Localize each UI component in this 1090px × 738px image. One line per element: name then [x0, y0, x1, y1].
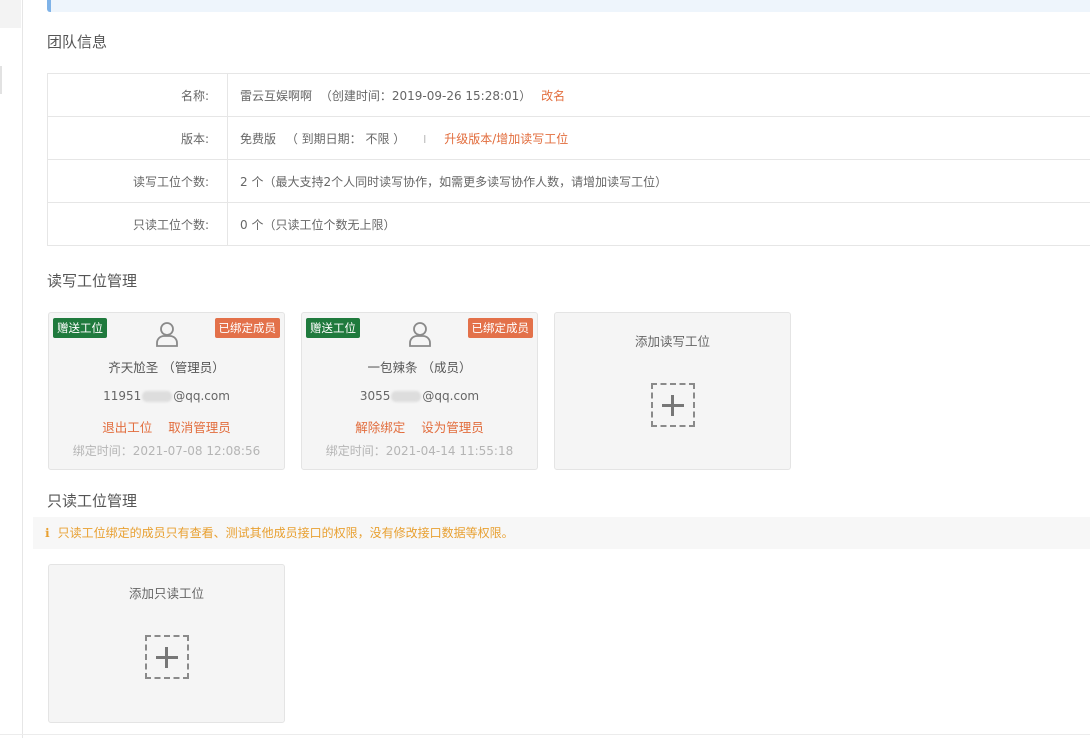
- team-info-title: 团队信息: [47, 33, 108, 51]
- ro-count-value: 0 个（只读工位个数无上限）: [227, 202, 1090, 246]
- info-icon: ℹ: [45, 526, 50, 540]
- leave-seat-link[interactable]: 退出工位: [102, 420, 152, 435]
- created-time: （创建时间：2019-09-26 15:28:01）: [319, 88, 532, 103]
- redacted-blur: [391, 391, 422, 402]
- left-rail: [0, 0, 23, 738]
- add-plus-icon[interactable]: [144, 635, 189, 679]
- unbind-link[interactable]: 解除绑定: [355, 420, 405, 435]
- expire-date: （ 到期日期： 不限 ）: [285, 131, 406, 146]
- bind-time: 绑定时间：2021-07-08 12:08:56: [72, 444, 261, 458]
- member-name: 齐天尬圣 （管理员）: [108, 360, 225, 375]
- team-name: 雷云互娱啊啊: [240, 88, 313, 103]
- bottom-divider: [0, 734, 1090, 735]
- user-icon: [155, 322, 178, 347]
- add-ro-seat-label: 添加只读工位: [128, 586, 204, 601]
- redacted-blur: [142, 391, 173, 402]
- add-rw-seat-card[interactable]: 添加读写工位: [554, 312, 791, 470]
- set-admin-link[interactable]: 设为管理员: [421, 420, 484, 435]
- remove-admin-link[interactable]: 取消管理员: [168, 420, 231, 435]
- rw-seat-card: 赠送工位 已绑定成员 一包辣条 （成员） 3055 @qq.com 解除绑定 设为…: [301, 312, 538, 470]
- upgrade-link[interactable]: 升级版本/增加读写工位: [444, 132, 568, 146]
- email-suffix: @qq.com: [173, 389, 230, 403]
- info-key: 读写工位个数:: [47, 159, 228, 203]
- add-ro-seat-card[interactable]: 添加只读工位: [48, 564, 285, 723]
- info-row-version: 版本: 免费版 （ 到期日期： 不限 ） I 升级版本/增加读写工位: [47, 116, 1090, 160]
- team-info-table: 名称: 雷云互娱啊啊 （创建时间：2019-09-26 15:28:01） 改名…: [47, 73, 1090, 246]
- separator: I: [423, 132, 427, 146]
- info-row-rw-count: 读写工位个数: 2 个（最大支持2个人同时读写协作，如需更多读写协作人数，请增加…: [47, 159, 1090, 203]
- info-row-ro-count: 只读工位个数: 0 个（只读工位个数无上限）: [47, 202, 1090, 246]
- version-value: 免费版: [240, 131, 277, 146]
- user-icon: [408, 322, 431, 347]
- member-name: 一包辣条 （成员）: [367, 360, 472, 375]
- member-email: 11951 @qq.com: [49, 389, 284, 403]
- rw-count-value: 2 个（最大支持2个人同时读写协作，如需更多读写协作人数，请增加读写工位）: [227, 159, 1090, 203]
- bound-member-badge: 已绑定成员: [467, 318, 533, 338]
- bound-member-badge: 已绑定成员: [214, 318, 280, 338]
- info-row-name: 名称: 雷云互娱啊啊 （创建时间：2019-09-26 15:28:01） 改名: [47, 73, 1090, 117]
- top-notice-bar: [47, 0, 1090, 12]
- add-rw-seat-label: 添加读写工位: [634, 334, 710, 349]
- rw-section-title: 读写工位管理: [47, 272, 138, 290]
- rail-marker: [0, 66, 2, 94]
- ro-section-title: 只读工位管理: [47, 492, 138, 510]
- rail-tab[interactable]: [0, 0, 21, 28]
- email-prefix: 11951: [103, 389, 142, 403]
- bind-time: 绑定时间：2021-04-14 11:55:18: [325, 444, 514, 458]
- gift-seat-badge: 赠送工位: [53, 318, 107, 338]
- email-suffix: @qq.com: [422, 389, 480, 403]
- tip-text: 只读工位绑定的成员只有查看、测试其他成员接口的权限，没有修改接口数据等权限。: [57, 526, 514, 540]
- info-key: 版本:: [47, 116, 228, 160]
- info-key: 名称:: [47, 73, 228, 117]
- gift-seat-badge: 赠送工位: [306, 318, 360, 338]
- rw-seat-card: 赠送工位 已绑定成员 齐天尬圣 （管理员） 11951 @qq.com 退出工位 …: [48, 312, 285, 470]
- email-prefix: 3055: [359, 389, 391, 403]
- rename-link[interactable]: 改名: [541, 89, 565, 103]
- info-key: 只读工位个数:: [47, 202, 228, 246]
- member-email: 3055 @qq.com: [302, 389, 537, 403]
- add-plus-icon[interactable]: [650, 383, 695, 427]
- ro-info-tip: ℹ 只读工位绑定的成员只有查看、测试其他成员接口的权限，没有修改接口数据等权限。: [33, 517, 1090, 549]
